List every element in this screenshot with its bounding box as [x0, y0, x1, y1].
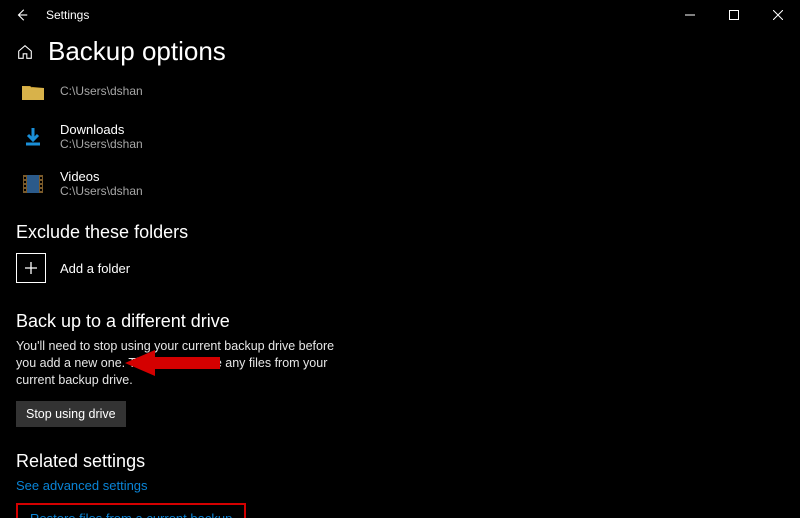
close-button[interactable] [756, 0, 800, 30]
different-drive-helper: You'll need to stop using your current b… [16, 338, 356, 389]
folder-list: C:\Users\dshan Downloads C:\Users\dshan … [16, 73, 784, 204]
folder-path: C:\Users\dshan [60, 85, 143, 99]
arrow-left-icon [15, 8, 29, 22]
back-button[interactable] [8, 1, 36, 29]
folder-item[interactable]: Downloads C:\Users\dshan [16, 117, 784, 158]
maximize-button[interactable] [712, 0, 756, 30]
app-title: Settings [46, 8, 89, 22]
exclude-heading: Exclude these folders [16, 222, 784, 243]
restore-files-link[interactable]: Restore files from a current backup [30, 511, 232, 518]
folder-item[interactable]: Videos C:\Users\dshan [16, 164, 784, 205]
different-drive-heading: Back up to a different drive [16, 311, 784, 332]
related-settings-heading: Related settings [16, 451, 784, 472]
title-bar: Settings [0, 0, 800, 30]
minimize-button[interactable] [668, 0, 712, 30]
close-icon [773, 10, 783, 20]
page-header: Backup options [16, 36, 784, 67]
minimize-icon [685, 10, 695, 20]
home-icon[interactable] [16, 43, 34, 61]
folder-name: Videos [60, 170, 143, 185]
folder-path: C:\Users\dshan [60, 185, 143, 199]
folder-item[interactable]: C:\Users\dshan [16, 73, 784, 111]
video-icon [20, 171, 46, 197]
window-controls [668, 0, 800, 30]
folder-icon [20, 79, 46, 105]
annotation-highlight-box: Restore files from a current backup [16, 503, 246, 518]
add-folder-label: Add a folder [60, 261, 130, 276]
plus-icon [16, 253, 46, 283]
page-title: Backup options [48, 36, 226, 67]
add-folder-button[interactable]: Add a folder [16, 253, 784, 283]
download-icon [20, 124, 46, 150]
folder-name: Downloads [60, 123, 143, 138]
folder-path: C:\Users\dshan [60, 138, 143, 152]
see-advanced-settings-link[interactable]: See advanced settings [16, 478, 148, 493]
stop-using-drive-button[interactable]: Stop using drive [16, 401, 126, 427]
maximize-icon [729, 10, 739, 20]
